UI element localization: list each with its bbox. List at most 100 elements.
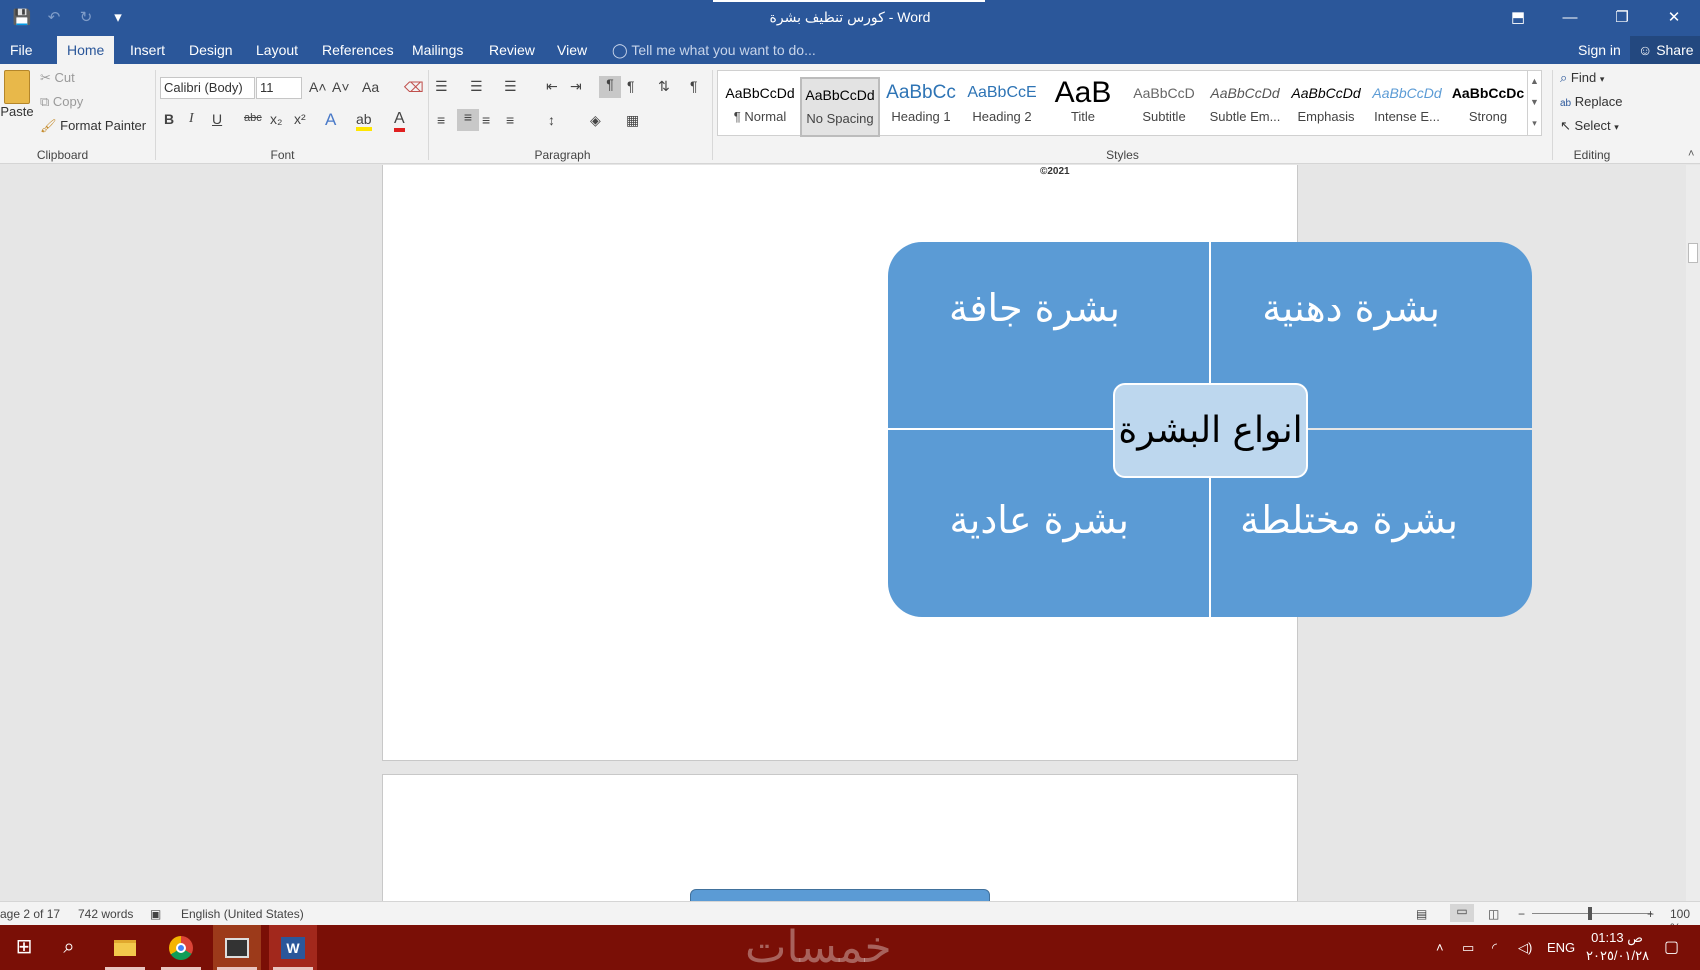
cut-button[interactable]: ✂ Cut: [40, 70, 75, 86]
start-windows-icon[interactable]: ⊞: [0, 925, 48, 970]
style-emphasis[interactable]: AaBbCcDd Emphasis: [1286, 77, 1366, 137]
zoom-slider-thumb[interactable]: [1588, 907, 1592, 920]
skin-types-diagram[interactable]: بشرة جافة بشرة دهنية بشرة عادية بشرة مخت…: [888, 242, 1532, 617]
multilevel-list-icon[interactable]: ☰: [504, 78, 517, 95]
align-right-icon[interactable]: ≡: [482, 112, 490, 128]
search-icon[interactable]: ⌕: [45, 925, 93, 970]
increase-indent-icon[interactable]: ⇥: [570, 78, 582, 95]
underline-icon[interactable]: U: [212, 111, 222, 127]
style-subtle-emphasis[interactable]: AaBbCcDd Subtle Em...: [1205, 77, 1285, 137]
style-intense-emphasis[interactable]: AaBbCcDd Intense E...: [1367, 77, 1447, 137]
bold-icon[interactable]: B: [164, 111, 174, 127]
tab-insert[interactable]: Insert: [120, 36, 175, 64]
language-indicator[interactable]: English (United States): [181, 907, 304, 921]
change-case-icon[interactable]: Aa: [362, 79, 379, 95]
chrome-icon[interactable]: [157, 925, 205, 970]
style-no-spacing[interactable]: AaBbCcDd No Spacing: [800, 77, 880, 137]
italic-icon[interactable]: I: [189, 111, 194, 127]
notifications-icon[interactable]: ▢: [1664, 925, 1679, 970]
show-hidden-icons[interactable]: ˄: [1436, 925, 1444, 970]
vertical-scrollbar[interactable]: [1686, 165, 1700, 901]
grow-font-icon[interactable]: A˄: [309, 79, 327, 95]
web-layout-icon[interactable]: ◫: [1488, 907, 1499, 921]
shading-icon[interactable]: ◈: [590, 112, 601, 129]
read-mode-icon[interactable]: ▤: [1416, 907, 1427, 921]
word-count[interactable]: 742 words: [78, 907, 133, 921]
tab-layout[interactable]: Layout: [246, 36, 308, 64]
wifi-icon[interactable]: ◜: [1492, 925, 1497, 970]
style-strong[interactable]: AaBbCcDc Strong: [1448, 77, 1528, 137]
strikethrough-icon[interactable]: abc: [244, 112, 262, 124]
styles-scroll[interactable]: ▲ ▼ ▾: [1527, 71, 1541, 135]
tab-mailings[interactable]: Mailings: [402, 36, 473, 64]
font-family-select[interactable]: Calibri (Body): [160, 77, 255, 99]
tab-view[interactable]: View: [547, 36, 597, 64]
zoom-in-icon[interactable]: +: [1647, 907, 1654, 921]
ltr-paragraph-icon[interactable]: ¶: [627, 78, 635, 94]
highlight-icon[interactable]: ab: [356, 111, 372, 131]
tab-design[interactable]: Design: [179, 36, 243, 64]
clock-time[interactable]: 01:13 ص: [1586, 929, 1648, 947]
collapse-ribbon-icon[interactable]: ˄: [1688, 148, 1694, 160]
superscript-icon[interactable]: x²: [294, 111, 306, 127]
copy-button[interactable]: ⧉ Copy: [40, 94, 83, 110]
diagram-center-box[interactable]: انواع البشرة: [1113, 383, 1308, 478]
page-3[interactable]: [382, 774, 1298, 901]
print-layout-icon[interactable]: ▭: [1450, 904, 1474, 922]
style-heading-2[interactable]: AaBbCcE Heading 2: [962, 77, 1042, 137]
shrink-font-icon[interactable]: A˅: [332, 79, 350, 95]
file-explorer-icon[interactable]: [101, 925, 149, 970]
restore-icon[interactable]: ❐: [1596, 0, 1648, 36]
style-title[interactable]: AaB Title: [1043, 77, 1123, 137]
page-indicator[interactable]: age 2 of 17: [0, 907, 60, 921]
zoom-out-icon[interactable]: −: [1518, 907, 1525, 921]
style-heading-1[interactable]: AaBbCc Heading 1: [881, 77, 961, 137]
font-size-select[interactable]: 11: [256, 77, 302, 99]
select-button[interactable]: ↖ Select ▾: [1560, 118, 1619, 134]
align-center-icon[interactable]: ≡: [457, 109, 479, 131]
numbering-icon[interactable]: ☰: [470, 78, 483, 95]
clock-date[interactable]: ٢٠٢٥/٠١/٢٨: [1586, 947, 1649, 965]
tab-references[interactable]: References: [312, 36, 404, 64]
align-left-icon[interactable]: ≡: [437, 112, 445, 128]
word-app-icon[interactable]: W: [269, 925, 317, 970]
line-spacing-icon[interactable]: ↕: [548, 112, 555, 128]
scroll-thumb[interactable]: [1688, 243, 1698, 263]
volume-icon[interactable]: ◁): [1518, 925, 1532, 970]
input-language[interactable]: ENG: [1547, 925, 1575, 970]
proofing-icon[interactable]: ▣: [150, 907, 161, 921]
justify-icon[interactable]: ≡: [506, 112, 514, 128]
rtl-paragraph-icon[interactable]: ¶: [599, 76, 621, 98]
subscript-icon[interactable]: x₂: [270, 111, 282, 127]
tab-home[interactable]: Home: [57, 36, 115, 64]
tell-me-search[interactable]: ◯ Tell me what you want to do...: [612, 36, 816, 64]
page-2[interactable]: ©2021 بشرة جافة بشرة دهنية بشرة عادية بش…: [382, 165, 1532, 761]
share-button[interactable]: ☺ Share: [1630, 36, 1700, 64]
tab-file[interactable]: File: [0, 36, 43, 64]
style-preview: AaBbCcDc: [1451, 85, 1525, 101]
find-button[interactable]: ⌕ Find ▾: [1560, 70, 1604, 86]
tab-review[interactable]: Review: [479, 36, 545, 64]
paste-button[interactable]: Paste: [0, 68, 34, 138]
close-icon[interactable]: ✕: [1648, 0, 1700, 36]
video-editor-icon[interactable]: [213, 925, 261, 970]
borders-icon[interactable]: ▦: [626, 112, 639, 129]
decrease-indent-icon[interactable]: ⇤: [546, 78, 558, 95]
next-page-shape[interactable]: [690, 889, 990, 901]
replace-button[interactable]: ab Replace: [1560, 94, 1622, 109]
font-color-icon[interactable]: A: [394, 110, 405, 132]
format-painter-button[interactable]: 🖌 Format Painter: [40, 118, 146, 134]
style-normal[interactable]: AaBbCcDd ¶ Normal: [720, 77, 800, 137]
style-name: Heading 2: [972, 109, 1032, 124]
sign-in-link[interactable]: Sign in: [1578, 36, 1621, 64]
sort-icon[interactable]: ⇅: [658, 78, 670, 95]
text-effects-icon[interactable]: A: [325, 110, 336, 130]
style-subtitle[interactable]: AaBbCcD Subtitle: [1124, 77, 1204, 137]
show-formatting-icon[interactable]: ¶: [690, 78, 698, 94]
minimize-icon[interactable]: —: [1544, 0, 1596, 36]
ribbon-display-options-icon[interactable]: ⬒: [1492, 0, 1544, 36]
bullets-icon[interactable]: ☰: [435, 78, 448, 95]
clear-formatting-icon[interactable]: ⌫: [404, 79, 424, 96]
zoom-slider[interactable]: [1532, 907, 1652, 920]
battery-icon[interactable]: ▭: [1462, 925, 1474, 970]
